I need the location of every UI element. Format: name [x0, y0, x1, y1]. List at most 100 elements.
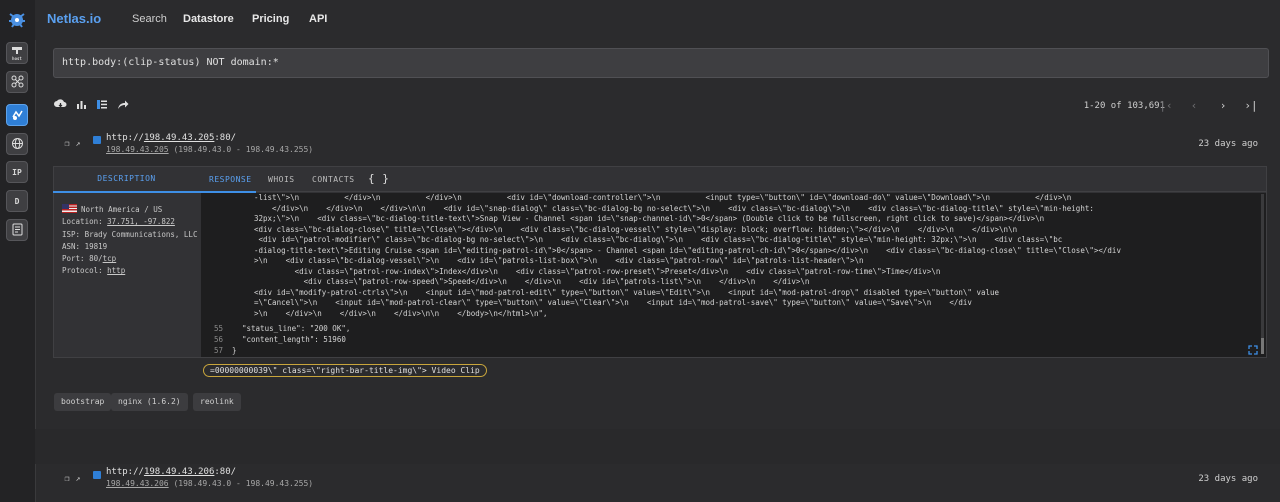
code-line: >\n </div>\n </div>\n </div>\n\n </body>… — [254, 308, 548, 318]
code-line: <div id=\"patrol-modifier\" class=\"bc-d… — [254, 235, 1063, 244]
tab-description[interactable]: DESCRIPTION — [53, 166, 200, 193]
code-line: <div class=\"bc-dialog-close\" title=\"C… — [254, 224, 1018, 234]
share-icon[interactable] — [116, 99, 130, 113]
tag-bootstrap[interactable]: bootstrap — [54, 393, 112, 411]
prev-page-icon[interactable]: ‹ — [1186, 98, 1202, 114]
domain-whois-icon: D — [14, 196, 20, 206]
host-icon: host — [11, 46, 23, 61]
code-line: -list\">\n </div>\n </div>\n <div id=\"d… — [254, 193, 1072, 202]
external-link-icon[interactable]: ↗ — [74, 475, 82, 483]
range-rest: (198.49.43.0 - 198.49.43.255) — [168, 145, 314, 154]
line-number: 56 — [213, 335, 223, 344]
port-proto[interactable]: tcp — [103, 254, 117, 263]
result-age: 23 days ago — [1198, 139, 1258, 149]
response-icon — [11, 108, 24, 123]
tab-contacts[interactable]: CONTACTS — [312, 175, 355, 184]
result-url[interactable]: http://198.49.43.205:80/ — [106, 133, 236, 143]
code-line: -dialog-title-text\">Editing Cruise <spa… — [254, 245, 1121, 255]
external-link-icon[interactable]: ↗ — [74, 140, 82, 148]
url-ip[interactable]: 198.49.43.205 — [144, 133, 214, 143]
globe-icon — [11, 137, 24, 152]
code-line: <div class=\"patrol-row-index\">Index</d… — [254, 266, 941, 276]
code-line: >\n <div class=\"bc-dialog-vessel\">\n <… — [254, 256, 864, 265]
download-icon[interactable] — [53, 99, 67, 113]
region-text: North America / US — [81, 205, 163, 214]
protocol-label: Protocol: — [62, 266, 108, 276]
line-number: 57 — [213, 346, 223, 355]
tab-divider — [200, 191, 1266, 192]
rail-certificate-button[interactable] — [6, 219, 28, 241]
tag-reolink[interactable]: reolink — [193, 393, 241, 411]
certificate-icon — [12, 223, 23, 238]
range-rest: (198.49.43.0 - 198.49.43.255) — [168, 479, 314, 488]
rail-domain-whois-button[interactable]: D — [6, 190, 28, 212]
search-input[interactable]: http.body:(clip-status) NOT domain:* — [53, 48, 1269, 78]
url-ip[interactable]: 198.49.43.206 — [144, 467, 214, 477]
info-location: Location: 37.751, -97.822 — [62, 216, 197, 228]
nav-pricing[interactable]: Pricing — [252, 13, 289, 25]
netlas-logo-icon[interactable] — [7, 9, 27, 29]
list-view-icon[interactable] — [95, 99, 109, 113]
json-line: } — [232, 346, 237, 355]
location-value[interactable]: 37.751, -97.822 — [107, 217, 175, 226]
info-region: North America / US — [62, 204, 197, 216]
url-prefix: http:// — [106, 133, 144, 143]
code-line: =\"Cancel\">\n <input id=\"mod-patrol-cl… — [254, 298, 972, 307]
first-page-icon[interactable]: |‹ — [1158, 98, 1174, 114]
match-highlight: =00000000039\" class=\"right-bar-title-i… — [203, 364, 487, 377]
code-line: </div>\n </div>\n </div>\n\n <div id=\"s… — [254, 203, 1094, 213]
code-line: 32px;\">\n <div class=\"bc-dialog-title-… — [254, 214, 1045, 223]
json-line: "content_length": 51960 — [242, 335, 346, 344]
copy-icon[interactable]: ❐ — [63, 475, 71, 483]
nav-datastore[interactable]: Datastore — [183, 13, 234, 25]
info-asn: ASN: 19819 — [62, 241, 108, 251]
tab-json[interactable]: { } — [368, 172, 389, 185]
result-separator — [35, 429, 1280, 464]
last-page-icon[interactable]: ›| — [1243, 98, 1259, 114]
url-suffix: :80/ — [214, 467, 237, 477]
rail-network-button[interactable] — [6, 71, 28, 93]
location-label: Location: — [62, 217, 108, 227]
info-isp: ISP: Brady Communications, LLC — [62, 229, 198, 239]
stats-icon[interactable] — [74, 99, 88, 113]
copy-icon[interactable]: ❐ — [63, 140, 71, 148]
nav-api[interactable]: API — [309, 13, 327, 25]
rail-ip-whois-button[interactable]: IP — [6, 161, 28, 183]
tab-response[interactable]: RESPONSE — [209, 175, 252, 184]
tag-nginx[interactable]: nginx (1.6.2) — [111, 393, 188, 411]
network-icon — [11, 75, 24, 90]
result-url[interactable]: http://198.49.43.206:80/ — [106, 467, 236, 477]
pagination-range: 1-20 of 103,691 — [1083, 101, 1165, 111]
http-tag-icon — [93, 471, 101, 479]
result-actions: ❐ ↗ — [63, 475, 82, 483]
rail-globe-button[interactable] — [6, 133, 28, 155]
result-ip-range: 198.49.43.205 (198.49.43.0 - 198.49.43.2… — [106, 145, 313, 154]
brand-logo[interactable]: Netlas.io — [47, 11, 101, 26]
rail-host-button[interactable]: host — [6, 42, 28, 64]
nav-search[interactable]: Search — [132, 13, 167, 25]
range-ip[interactable]: 198.49.43.205 — [106, 145, 169, 154]
code-scrollbar[interactable] — [1261, 194, 1264, 354]
result-actions: ❐ ↗ — [63, 140, 82, 148]
port-label: Port: 80/ — [62, 254, 103, 264]
result-ip-range: 198.49.43.206 (198.49.43.0 - 198.49.43.2… — [106, 479, 313, 488]
range-ip[interactable]: 198.49.43.206 — [106, 479, 169, 488]
host-info: North America / US Location: 37.751, -97… — [62, 204, 197, 278]
next-page-icon[interactable]: › — [1215, 98, 1231, 114]
code-line: <div class=\"patrol-row-speed\">Speed</d… — [254, 277, 810, 286]
http-tag-icon — [93, 136, 101, 144]
code-line: <div id=\"modify-patrol-ctrls\">\n <inpu… — [254, 287, 1000, 297]
code-scrollbar-thumb[interactable] — [1261, 338, 1264, 354]
us-flag-icon — [62, 204, 77, 213]
tab-whois[interactable]: WHOIS — [268, 175, 295, 184]
ip-whois-icon: IP — [12, 167, 22, 177]
result-age: 23 days ago — [1198, 474, 1258, 484]
json-line: "status_line": "200 OK", — [242, 324, 351, 333]
response-code-panel[interactable]: -list\">\n </div>\n </div>\n <div id=\"d… — [201, 193, 1266, 357]
fullscreen-icon[interactable] — [1248, 345, 1258, 358]
info-port: Port: 80/tcp — [62, 253, 197, 265]
line-number: 55 — [213, 324, 223, 333]
left-rail: host IP D — [0, 0, 36, 502]
rail-response-button[interactable] — [6, 104, 28, 126]
protocol-value[interactable]: http — [107, 266, 125, 275]
